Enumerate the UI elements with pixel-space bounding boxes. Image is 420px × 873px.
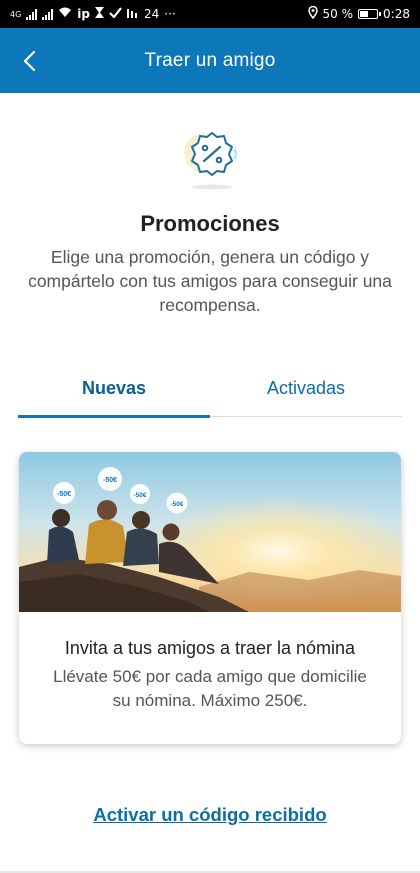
location-icon <box>307 5 318 22</box>
promotions-intro: Promociones Elige una promoción, genera … <box>0 93 420 317</box>
section-description: Elige una promoción, genera un código y … <box>28 247 392 315</box>
network-type-label: 4G <box>10 9 22 19</box>
stats-icon <box>127 7 139 21</box>
tab-nuevas[interactable]: Nuevas <box>18 371 210 418</box>
discount-badge-icon <box>184 132 238 190</box>
bubble-2-label: -50€ <box>103 477 117 484</box>
status-left: 4G ip 24 ··· <box>10 7 176 21</box>
hourglass-icon <box>95 7 104 21</box>
status-right: 50 % 0:28 <box>307 5 410 22</box>
status-bar: 4G ip 24 ··· 50 % 0:28 <box>0 0 420 28</box>
app-header: Traer un amigo <box>0 28 420 93</box>
section-title: Promociones <box>140 211 280 236</box>
battery-icon <box>358 9 382 19</box>
page-title: Traer un amigo <box>144 49 276 71</box>
bubble-1: -50€ <box>53 482 75 504</box>
more-notifications-icon: ··· <box>164 7 176 21</box>
activate-code-link[interactable]: Activar un código recibido <box>0 804 420 826</box>
promotion-tabs: Nuevas Activadas <box>18 371 402 418</box>
bubble-3: -50€ <box>130 484 150 504</box>
wifi-icon <box>58 7 72 21</box>
bubble-4: -50€ <box>166 492 188 514</box>
bubble-3-label: -50€ <box>133 492 146 499</box>
promotion-title: Invita a tus amigos a traer la nómina <box>64 638 356 658</box>
signal-strength-2-icon <box>42 8 54 20</box>
back-button[interactable] <box>14 28 44 93</box>
clock: 0:28 <box>383 7 410 21</box>
promotion-card[interactable]: -50€ -50€ -50€ -50€ Invita a tus amigos … <box>19 452 401 744</box>
battery-percent: 50 % <box>322 7 354 21</box>
promotion-description: Llévate 50€ por cada amigo que domicilie… <box>53 667 367 710</box>
notification-count: 24 <box>144 7 160 21</box>
bubble-4-label: -50€ <box>170 501 183 508</box>
signal-strength-icon <box>26 8 38 20</box>
ip-label: ip <box>77 7 90 21</box>
promotion-image: -50€ -50€ -50€ -50€ <box>19 452 401 612</box>
chevron-left-icon <box>23 50 36 71</box>
tab-activadas[interactable]: Activadas <box>210 371 402 416</box>
bubble-1-label: -50€ <box>57 491 71 498</box>
bubble-2: -50€ <box>98 467 122 491</box>
data-saver-icon <box>109 7 122 21</box>
